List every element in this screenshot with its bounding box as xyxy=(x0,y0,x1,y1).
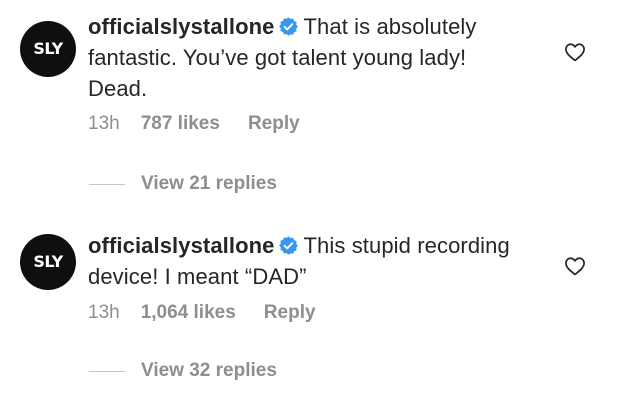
comment-text-line1: That is absolutely xyxy=(303,14,477,39)
timestamp[interactable]: 13h xyxy=(88,302,120,324)
comment-text: fantastic. You’ve got talent young lady!… xyxy=(88,45,467,101)
comment-body: officialslystallone That is absolutely fa… xyxy=(88,11,528,104)
verified-badge-icon xyxy=(278,17,298,36)
timestamp[interactable]: 13h xyxy=(88,113,120,135)
comment-meta: 13h 787 likes Reply xyxy=(88,113,300,135)
comment-text-line1: This stupid xyxy=(303,233,411,258)
comment-meta: 13h 1,064 likes Reply xyxy=(88,302,316,324)
view-replies-button[interactable]: View 21 replies xyxy=(89,173,277,195)
verified-badge-icon xyxy=(278,236,298,255)
reply-button[interactable]: Reply xyxy=(264,302,316,324)
avatar-logo-text: SLY xyxy=(33,39,63,58)
likes-count[interactable]: 1,064 likes xyxy=(141,302,236,324)
replies-divider-line xyxy=(89,370,125,372)
view-replies-label: View 21 replies xyxy=(141,173,277,194)
heart-outline-icon[interactable] xyxy=(564,42,586,62)
avatar[interactable]: SLY xyxy=(20,234,76,290)
username-link[interactable]: officialslystallone xyxy=(88,233,275,258)
view-replies-label: View 32 replies xyxy=(141,360,277,381)
view-replies-button[interactable]: View 32 replies xyxy=(89,360,277,382)
username-link[interactable]: officialslystallone xyxy=(88,14,275,39)
heart-outline-icon[interactable] xyxy=(564,256,586,276)
replies-divider-line xyxy=(89,183,125,185)
comment-body: officialslystallone This stupid recording… xyxy=(88,230,528,292)
avatar[interactable]: SLY xyxy=(20,21,76,77)
likes-count[interactable]: 787 likes xyxy=(141,113,220,135)
avatar-logo-text: SLY xyxy=(33,252,63,271)
reply-button[interactable]: Reply xyxy=(248,113,300,135)
